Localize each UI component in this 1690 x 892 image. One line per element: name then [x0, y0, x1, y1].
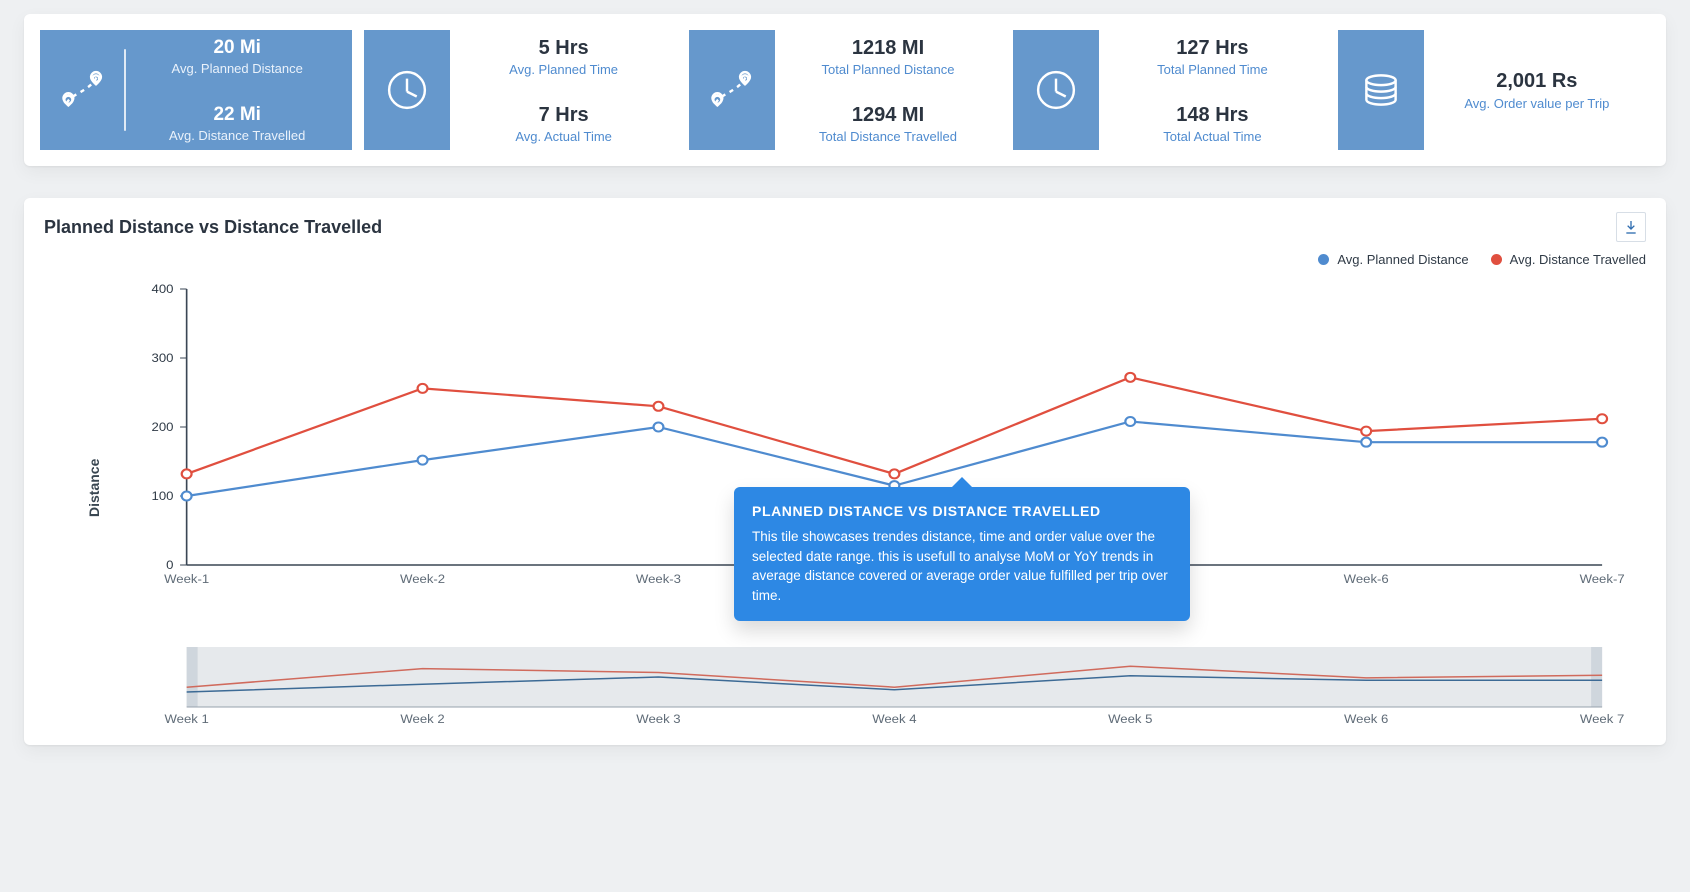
kpi-label: Avg. Order value per Trip: [1464, 96, 1609, 111]
kpi-value: 2,001 Rs: [1496, 70, 1577, 93]
svg-text:Week 1: Week 1: [164, 713, 208, 726]
chart-panel: Planned Distance vs Distance Travelled A…: [24, 198, 1666, 745]
kpi-label: Total Planned Distance: [822, 62, 955, 77]
kpi-value: 1218 MI: [852, 37, 924, 60]
kpi-panel: 20 Mi Avg. Planned Distance 22 Mi Avg. D…: [24, 14, 1666, 166]
svg-text:400: 400: [152, 283, 174, 296]
kpi-label: Total Distance Travelled: [819, 129, 957, 144]
svg-text:Week-7: Week-7: [1580, 573, 1625, 586]
kpi-value: 127 Hrs: [1176, 37, 1248, 60]
svg-text:Week 6: Week 6: [1344, 713, 1388, 726]
svg-text:200: 200: [152, 421, 174, 434]
kpi-value: 5 Hrs: [539, 37, 589, 60]
route-icon: [689, 30, 775, 150]
svg-text:0: 0: [166, 559, 173, 572]
svg-text:300: 300: [152, 352, 174, 365]
plot-area: Distance 0 100 200 300 400 Week-1 Week-2 Week-3…: [44, 277, 1646, 727]
kpi-value: 7 Hrs: [539, 104, 589, 127]
kpi-value: 22 Mi: [213, 104, 261, 126]
kpi-label: Avg. Distance Travelled: [169, 128, 305, 143]
svg-text:Week 5: Week 5: [1108, 713, 1152, 726]
kpi-label: Avg. Planned Time: [509, 62, 618, 77]
svg-text:Week-2: Week-2: [400, 573, 445, 586]
legend-dot: [1491, 254, 1502, 265]
clock-icon: [364, 30, 450, 150]
kpi-label: Avg. Actual Time: [515, 129, 612, 144]
chart-title: Planned Distance vs Distance Travelled: [44, 217, 382, 238]
kpi-avg-time: 5 Hrs Avg. Planned Time 7 Hrs Avg. Actua…: [364, 30, 676, 150]
brush-mini-chart[interactable]: Week 1 Week 2 Week 3 Week 4 Week 5 Week 6 Week…: [44, 641, 1646, 727]
kpi-value: 20 Mi: [213, 37, 261, 59]
kpi-label: Avg. Planned Distance: [172, 61, 303, 76]
kpi-value: 148 Hrs: [1176, 104, 1248, 127]
coins-icon: [1338, 30, 1424, 150]
kpi-label: Total Actual Time: [1163, 129, 1261, 144]
y-axis-label: Distance: [86, 458, 102, 516]
kpi-avg-distance: 20 Mi Avg. Planned Distance 22 Mi Avg. D…: [40, 30, 352, 150]
svg-text:Week-3: Week-3: [636, 573, 681, 586]
svg-text:Week 3: Week 3: [636, 713, 680, 726]
kpi-label: Total Planned Time: [1157, 62, 1268, 77]
legend-item-travelled[interactable]: Avg. Distance Travelled: [1491, 252, 1646, 267]
svg-text:Week-1: Week-1: [164, 573, 209, 586]
svg-text:Week 7: Week 7: [1580, 713, 1624, 726]
legend-item-planned[interactable]: Avg. Planned Distance: [1318, 252, 1468, 267]
svg-text:Week 2: Week 2: [400, 713, 444, 726]
kpi-order-value: 2,001 Rs Avg. Order value per Trip: [1338, 30, 1650, 150]
svg-text:100: 100: [152, 490, 174, 503]
svg-text:Week 4: Week 4: [872, 713, 916, 726]
route-icon: [40, 30, 126, 150]
export-button[interactable]: [1616, 212, 1646, 242]
info-tooltip: PLANNED DISTANCE VS DISTANCE TRAVELLED T…: [734, 487, 1190, 621]
clock-icon: [1013, 30, 1099, 150]
chart-legend: Avg. Planned Distance Avg. Distance Trav…: [44, 252, 1646, 267]
kpi-value: 1294 MI: [852, 104, 924, 127]
legend-dot: [1318, 254, 1329, 265]
svg-text:Week-6: Week-6: [1344, 573, 1389, 586]
kpi-total-time: 127 Hrs Total Planned Time 148 Hrs Total…: [1013, 30, 1325, 150]
kpi-total-distance: 1218 MI Total Planned Distance 1294 MI T…: [689, 30, 1001, 150]
